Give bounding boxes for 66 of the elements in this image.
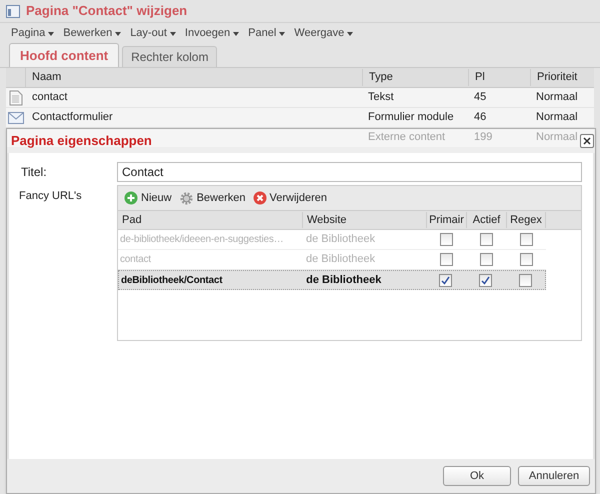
close-button[interactable] bbox=[580, 134, 594, 148]
checkbox[interactable] bbox=[520, 253, 532, 266]
table-cell: Formulier module bbox=[368, 111, 454, 124]
table-cell: Externe content bbox=[368, 131, 446, 144]
menu-item[interactable]: Pagina bbox=[11, 25, 54, 42]
column-header: Type bbox=[362, 69, 468, 86]
checkbox[interactable] bbox=[480, 233, 492, 246]
checkbox[interactable] bbox=[520, 233, 532, 246]
caret-icon bbox=[279, 32, 286, 36]
menu-item[interactable]: Invoegen bbox=[184, 25, 240, 42]
column-header: Actief bbox=[466, 212, 506, 228]
window-icon bbox=[6, 4, 20, 18]
table-cell: 45 bbox=[474, 91, 486, 104]
table-cell: 46 bbox=[474, 111, 486, 124]
checkbox[interactable] bbox=[440, 233, 452, 246]
dialog-title: Pagina eigenschappen bbox=[11, 132, 152, 150]
caret-icon bbox=[233, 32, 240, 36]
table-cell: de Bibliotheek bbox=[306, 274, 382, 286]
menu-item[interactable]: Weergave bbox=[294, 25, 354, 42]
column-header: Naam bbox=[31, 70, 62, 86]
close-icon bbox=[583, 137, 591, 145]
column-header: Prioriteit bbox=[530, 69, 594, 86]
add-icon bbox=[124, 191, 138, 205]
grid-row[interactable]: deBibliotheek/Contact de Bibliotheek bbox=[118, 270, 546, 290]
dialog-button[interactable]: Annuleren bbox=[518, 466, 590, 486]
table-cell: 199 bbox=[474, 131, 492, 144]
field-label: Fancy URL's bbox=[18, 189, 83, 204]
table-cell: contact bbox=[120, 254, 151, 266]
checkbox[interactable] bbox=[518, 274, 532, 286]
column-header: Website bbox=[302, 212, 426, 228]
column-header: Regex bbox=[506, 212, 546, 228]
table-cell: contact bbox=[32, 91, 68, 104]
checkbox[interactable] bbox=[440, 253, 452, 266]
column-header: Pl bbox=[468, 69, 530, 86]
window-title: Pagina "Contact" wijzigen bbox=[26, 2, 188, 20]
table-cell: Normaal bbox=[536, 131, 578, 144]
toolbar-button[interactable]: Verwijderen bbox=[252, 190, 327, 206]
column-header: Pad bbox=[121, 212, 143, 228]
checkbox[interactable] bbox=[480, 253, 492, 266]
table-cell: Contactformulier bbox=[32, 111, 113, 124]
table-cell: Tekst bbox=[368, 91, 394, 104]
delete-icon bbox=[252, 191, 266, 205]
toolbar-button[interactable]: Bewerken bbox=[178, 190, 246, 206]
column-header: Primair bbox=[426, 212, 466, 228]
checkbox[interactable] bbox=[438, 274, 452, 286]
tab[interactable]: Hoofd content bbox=[9, 43, 120, 67]
title-input-field[interactable]: Contact bbox=[117, 162, 582, 182]
table-cell: de Bibliotheek bbox=[306, 233, 376, 246]
field-label: Titel: bbox=[20, 164, 48, 181]
table-cell: Normaal bbox=[536, 111, 578, 124]
checkbox[interactable] bbox=[478, 274, 492, 286]
menu-item[interactable]: Panel bbox=[248, 25, 286, 42]
menu-item[interactable]: Bewerken bbox=[63, 25, 122, 42]
caret-icon bbox=[48, 32, 54, 36]
dialog-button[interactable]: Ok bbox=[443, 466, 511, 486]
table-cell: Normaal bbox=[536, 91, 578, 104]
caret-icon bbox=[170, 32, 176, 36]
table-cell: de-bibliotheek/ideeen-en-suggesties… bbox=[120, 234, 284, 246]
table-cell: de Bibliotheek bbox=[306, 253, 376, 266]
tab[interactable]: Rechter kolom bbox=[122, 46, 218, 67]
menu-item[interactable]: Lay-out bbox=[130, 25, 176, 42]
table-cell: deBibliotheek/Contact bbox=[121, 274, 222, 286]
gear-icon bbox=[178, 190, 194, 206]
caret-icon bbox=[347, 32, 354, 36]
caret-icon bbox=[115, 32, 122, 36]
toolbar-button[interactable]: Nieuw bbox=[124, 190, 172, 206]
